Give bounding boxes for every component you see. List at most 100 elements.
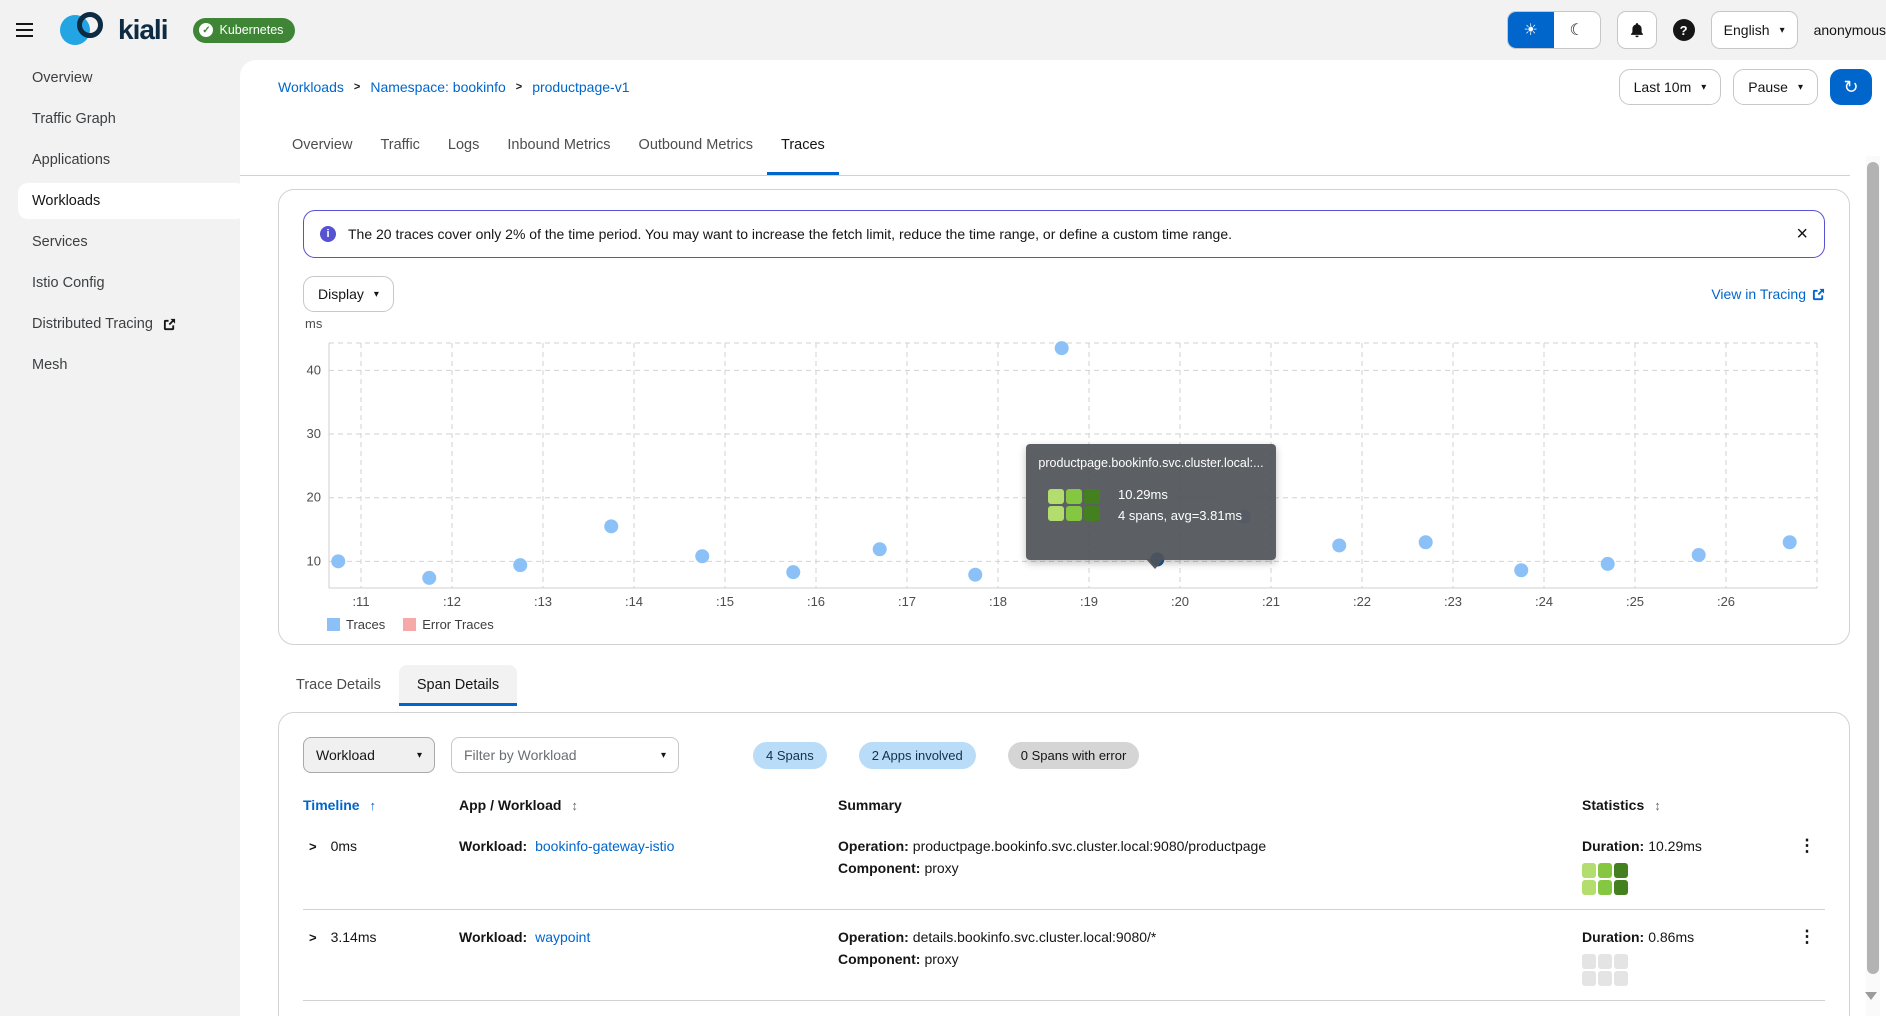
trace-point[interactable] — [695, 549, 709, 563]
summary-column-header: Summary — [838, 797, 1582, 813]
sidebar-item-overview[interactable]: Overview — [0, 60, 240, 96]
workload-filter-combobox[interactable]: ▾ — [451, 737, 679, 773]
svg-text::25: :25 — [1626, 594, 1644, 609]
expand-row-button[interactable]: > — [309, 930, 317, 945]
trace-point[interactable] — [1055, 341, 1069, 355]
trace-point[interactable] — [604, 519, 618, 533]
light-theme-button[interactable]: ☀ — [1508, 12, 1554, 48]
span-duration-squares — [1582, 954, 1789, 986]
tab-inbound-metrics[interactable]: Inbound Metrics — [493, 114, 624, 175]
breadcrumb-workloads[interactable]: Workloads — [278, 79, 344, 95]
traces-scatter-chart[interactable]: ms 10203040:11:12:13:14:15:16:17:18:19:2… — [303, 316, 1825, 634]
username[interactable]: anonymous — [1814, 22, 1886, 38]
tooltip-spans-summary: 4 spans, avg=3.81ms — [1118, 505, 1242, 526]
workload-link[interactable]: bookinfo-gateway-istio — [535, 838, 674, 854]
svg-text::17: :17 — [898, 594, 916, 609]
tab-logs[interactable]: Logs — [434, 114, 493, 175]
trace-point[interactable] — [786, 565, 800, 579]
language-select[interactable]: English ▾ — [1711, 11, 1798, 49]
toolbar-right: Last 10m ▾ Pause ▾ ↻ — [1619, 69, 1872, 105]
span-component: proxy — [924, 951, 958, 967]
sidebar-item-services[interactable]: Services — [0, 224, 240, 260]
language-label: English — [1724, 22, 1770, 38]
sort-icon: ↕ — [1654, 798, 1661, 813]
tooltip-pointer — [1146, 559, 1164, 569]
sidebar-item-istio-config[interactable]: Istio Config — [0, 265, 240, 301]
workload-tabs: Overview Traffic Logs Inbound Metrics Ou… — [240, 114, 1850, 176]
sort-by-timeline[interactable]: Timeline ↑ — [303, 797, 459, 813]
theme-toggle: ☀ ☾ — [1507, 11, 1601, 49]
traces-chart-card: i The 20 traces cover only 2% of the tim… — [278, 189, 1850, 645]
span-duration-squares — [1582, 863, 1789, 895]
scrollbar-thumb[interactable] — [1867, 162, 1879, 974]
tab-overview[interactable]: Overview — [278, 114, 366, 175]
svg-text::21: :21 — [1262, 594, 1280, 609]
tab-traffic[interactable]: Traffic — [366, 114, 433, 175]
main-panel: Workloads > Namespace: bookinfo > produc… — [240, 60, 1886, 1016]
masthead-right: ☀ ☾ ? English ▾ anonymous — [1507, 11, 1886, 49]
refresh-button[interactable]: ↻ — [1830, 69, 1872, 105]
trace-point[interactable] — [513, 558, 527, 572]
tab-trace-details[interactable]: Trace Details — [278, 665, 399, 706]
time-range-select[interactable]: Last 10m ▾ — [1619, 69, 1722, 105]
tab-outbound-metrics[interactable]: Outbound Metrics — [625, 114, 767, 175]
chevron-down-icon: ▾ — [1701, 82, 1706, 93]
workload-filter-input[interactable] — [464, 747, 661, 763]
notifications-button[interactable] — [1617, 11, 1657, 49]
sidebar-item-workloads[interactable]: Workloads — [18, 183, 246, 219]
traces-content: i The 20 traces cover only 2% of the tim… — [240, 177, 1886, 1016]
trace-point[interactable] — [1514, 563, 1528, 577]
kiali-logo-icon — [60, 11, 114, 49]
sidebar-item-distributed-tracing[interactable]: Distributed Tracing — [0, 306, 240, 342]
apps-involved-badge: 2 Apps involved — [859, 742, 976, 769]
trace-point[interactable] — [1783, 535, 1797, 549]
trace-point[interactable] — [331, 554, 345, 568]
legend-traces: Traces — [327, 617, 385, 632]
expand-row-button[interactable]: > — [309, 839, 317, 854]
span-summary-badges: 4 Spans 2 Apps involved 0 Spans with err… — [753, 742, 1139, 769]
question-icon: ? — [1680, 23, 1688, 38]
sort-by-statistics[interactable]: Statistics ↕ — [1582, 797, 1789, 813]
span-duration: 10.29ms — [1648, 838, 1702, 854]
sort-by-app-workload[interactable]: App / Workload ↕ — [459, 797, 838, 813]
scroll-down-icon[interactable] — [1865, 992, 1877, 1000]
sidebar: Overview Traffic Graph Applications Work… — [0, 60, 240, 1016]
span-row: > 3.14ms Workload: waypoint Operation:de… — [303, 909, 1825, 1000]
trace-point[interactable] — [1601, 557, 1615, 571]
moon-icon: ☾ — [1569, 20, 1583, 40]
trace-point[interactable] — [1332, 538, 1346, 552]
detail-tabs: Trace Details Span Details — [278, 665, 1850, 706]
scrollbar-track[interactable] — [1866, 156, 1880, 1016]
trace-point[interactable] — [422, 571, 436, 585]
trace-point[interactable] — [968, 568, 982, 582]
tab-traces[interactable]: Traces — [767, 114, 839, 175]
trace-point[interactable] — [1419, 535, 1433, 549]
refresh-interval-select[interactable]: Pause ▾ — [1733, 69, 1818, 105]
menu-toggle-button[interactable] — [16, 16, 44, 44]
view-in-tracing-link[interactable]: View in Tracing — [1711, 286, 1825, 302]
breadcrumb-namespace[interactable]: Namespace: bookinfo — [370, 79, 505, 95]
sidebar-item-applications[interactable]: Applications — [0, 142, 240, 178]
external-link-icon — [1812, 288, 1825, 301]
sidebar-item-traffic-graph[interactable]: Traffic Graph — [0, 101, 240, 137]
trace-point[interactable] — [1692, 548, 1706, 562]
row-actions-kebab[interactable]: ⋮ — [1789, 926, 1825, 947]
breadcrumb-workload-name[interactable]: productpage-v1 — [532, 79, 629, 95]
trace-point[interactable] — [873, 542, 887, 556]
display-options-button[interactable]: Display ▾ — [303, 276, 394, 312]
toolbar: Workloads > Namespace: bookinfo > produc… — [240, 60, 1886, 114]
help-button[interactable]: ? — [1673, 19, 1695, 41]
svg-text:40: 40 — [307, 362, 321, 377]
svg-text::16: :16 — [807, 594, 825, 609]
svg-text::12: :12 — [443, 594, 461, 609]
tab-span-details[interactable]: Span Details — [399, 665, 517, 706]
sidebar-item-mesh[interactable]: Mesh — [0, 347, 240, 383]
alert-close-button[interactable]: × — [1796, 224, 1808, 244]
row-actions-kebab[interactable]: ⋮ — [1789, 835, 1825, 856]
workload-link[interactable]: waypoint — [535, 929, 590, 945]
span-details-card: Workload ▾ ▾ 4 Spans 2 Apps involved 0 S… — [278, 712, 1850, 1016]
dark-theme-button[interactable]: ☾ — [1554, 12, 1600, 48]
chevron-down-icon: ▾ — [661, 750, 666, 761]
svg-text::14: :14 — [625, 594, 643, 609]
filter-type-select[interactable]: Workload ▾ — [303, 737, 435, 773]
